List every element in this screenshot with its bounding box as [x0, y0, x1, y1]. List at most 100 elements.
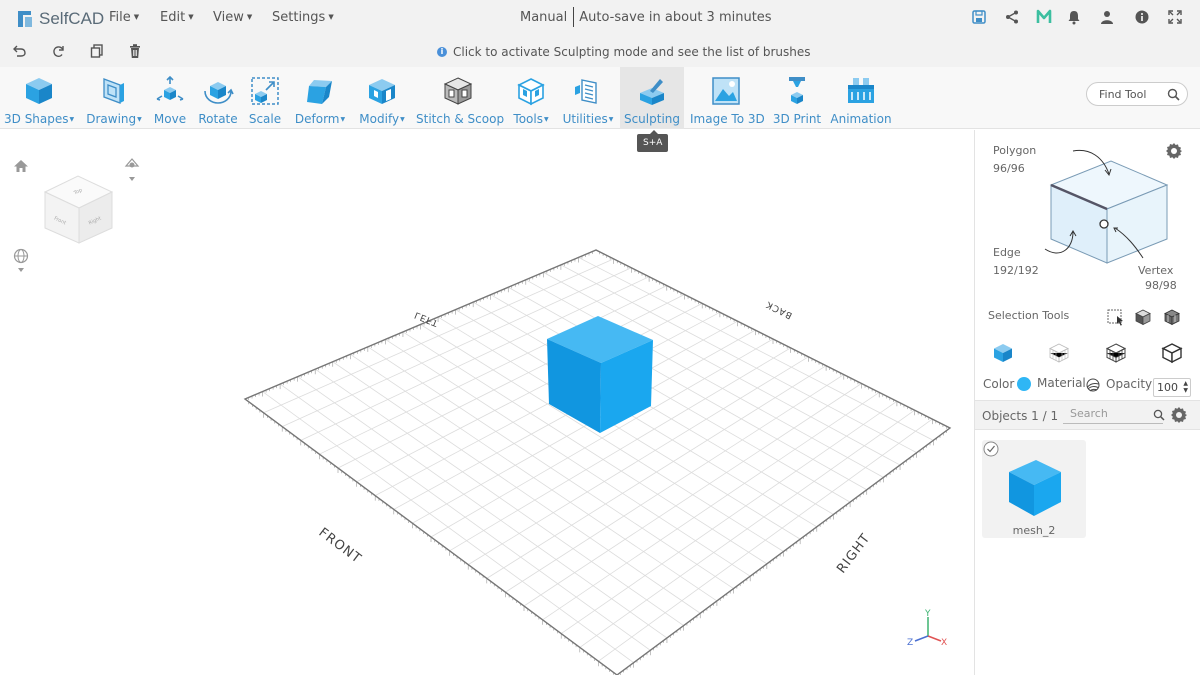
select-polygon-icon[interactable]: [1048, 342, 1070, 368]
perspective-icon[interactable]: [12, 248, 30, 278]
info-icon[interactable]: [1134, 9, 1150, 25]
caret-down-icon: ▼: [543, 116, 549, 123]
tool-modify[interactable]: Modify▼: [356, 67, 408, 129]
mode-label[interactable]: Manual: [520, 10, 567, 27]
select-edge-icon[interactable]: [1105, 342, 1127, 368]
bell-icon[interactable]: [1066, 9, 1082, 25]
caret-down-icon: ▼: [328, 13, 334, 21]
objects-bar: Objects 1 / 1 Search: [975, 400, 1200, 430]
tool-tools[interactable]: Tools▼: [508, 67, 554, 129]
search-icon: [1153, 409, 1165, 421]
shortcut-tooltip: S+A: [637, 130, 669, 152]
caret-down-icon: ▼: [133, 13, 140, 21]
tool-3d-print-label: 3D Print: [772, 112, 822, 126]
caret-down-icon: ▼: [246, 13, 253, 21]
mesh-anatomy-diagram: [1044, 149, 1169, 264]
object-thumbnail: [1009, 460, 1061, 516]
tool-stitch-scoop[interactable]: Stitch & Scoop: [416, 67, 504, 129]
tool-scale-label: Scale: [248, 112, 282, 126]
select-cursor-icon[interactable]: [1107, 308, 1125, 330]
tool-move-label: Move: [153, 112, 187, 126]
tool-image-to-3d-label: Image To 3D: [690, 112, 765, 126]
menu-view[interactable]: View ▼: [213, 10, 252, 25]
search-placeholder: Search: [1070, 407, 1108, 420]
secondary-bar: i Click to activate Sculpting mode and s…: [0, 38, 1200, 67]
select-object-icon[interactable]: [992, 342, 1014, 368]
menu-settings[interactable]: Settings ▼: [272, 10, 334, 25]
sculpting-hint[interactable]: i Click to activate Sculpting mode and s…: [437, 45, 811, 59]
scene-canvas[interactable]: LEFT BACK FRONT RIGHT Top Front Right Y …: [0, 130, 974, 675]
copy-icon[interactable]: [89, 43, 105, 63]
tool-animation-label: Animation: [830, 112, 892, 126]
select-face-icon[interactable]: [1134, 308, 1152, 330]
save-icon[interactable]: [971, 9, 987, 25]
tool-drawing[interactable]: Drawing▼: [84, 67, 144, 129]
menu-file[interactable]: File ▼: [109, 10, 139, 25]
home-icon[interactable]: [13, 158, 29, 178]
color-swatch[interactable]: [1017, 377, 1031, 391]
search-icon: [1167, 88, 1180, 101]
move-icon: [156, 75, 184, 101]
hint-text: Click to activate Sculpting mode and see…: [453, 45, 811, 59]
checkmark-icon[interactable]: [983, 441, 999, 461]
user-icon[interactable]: [1099, 9, 1115, 25]
caret-down-icon: ▼: [188, 13, 194, 21]
tool-rotate[interactable]: Rotate: [198, 67, 238, 129]
tool-3d-shapes[interactable]: 3D Shapes▼: [4, 67, 74, 129]
properties-panel: Polygon 96/96 Edge 192/192 Vertex 98/98 …: [974, 130, 1200, 675]
share-icon[interactable]: [1004, 9, 1020, 25]
app-name: SelfCAD: [39, 9, 105, 28]
document-status: Manual Auto-save in about 3 minutes: [520, 7, 772, 27]
tool-sculpting[interactable]: Sculpting: [620, 67, 684, 129]
menu-view-label: View: [213, 10, 244, 25]
tool-sculpting-label: Sculpting: [623, 112, 681, 126]
axis-gizmo: Y X Z: [907, 609, 947, 648]
tool-animation[interactable]: Animation: [830, 67, 892, 129]
3d-print-icon: [789, 77, 805, 104]
object-settings-gear-icon[interactable]: [1170, 406, 1188, 428]
find-tool-button[interactable]: Find Tool: [1086, 82, 1188, 106]
grid-floor: [243, 249, 952, 675]
edge-label: Edge: [993, 246, 1021, 259]
material-sphere-icon[interactable]: [1086, 377, 1100, 396]
info-icon: i: [437, 47, 447, 57]
tool-scale[interactable]: Scale: [246, 67, 284, 129]
tool-utilities-label: Utilities: [562, 112, 608, 126]
axis-z-label: Z: [907, 638, 913, 648]
menu-edit[interactable]: Edit ▼: [160, 10, 194, 25]
vertex-count: 98/98: [1145, 279, 1177, 292]
main-toolbar: 3D Shapes▼ Drawing▼ Move Rotate Scale De…: [0, 67, 1200, 129]
camera-orbit-icon[interactable]: [124, 157, 140, 187]
app-logo[interactable]: SelfCAD: [14, 8, 104, 30]
rotate-icon: [204, 82, 234, 104]
tool-utilities[interactable]: Utilities▼: [560, 67, 616, 129]
status-divider: [573, 7, 575, 27]
m-icon[interactable]: [1036, 9, 1052, 25]
select-box-icon[interactable]: [1163, 308, 1181, 330]
redo-icon[interactable]: [51, 43, 67, 63]
opacity-input[interactable]: 100 ▲ ▼: [1153, 378, 1191, 397]
tool-deform-label: Deform: [294, 112, 340, 126]
tool-deform[interactable]: Deform▼: [292, 67, 348, 129]
view-cube[interactable]: Top Front Right: [43, 175, 114, 244]
tool-3d-print[interactable]: 3D Print: [770, 67, 824, 129]
delete-icon[interactable]: [127, 43, 143, 63]
select-vertex-icon[interactable]: [1161, 342, 1183, 368]
object-search-input[interactable]: Search: [1063, 406, 1165, 424]
tool-3d-shapes-label: 3D Shapes: [4, 112, 69, 126]
utilities-icon: [575, 79, 597, 104]
menubar: SelfCAD File ▼ Edit ▼ View ▼ Settings ▼ Manu…: [0, 0, 1200, 38]
tool-image-to-3d[interactable]: Image To 3D: [690, 67, 765, 129]
menu-edit-label: Edit: [160, 10, 186, 25]
fullscreen-icon[interactable]: [1167, 9, 1183, 25]
tool-tools-label: Tools: [513, 112, 543, 126]
3d-viewport[interactable]: LEFT BACK FRONT RIGHT Top Front Right Y …: [0, 130, 974, 675]
find-tool-label: Find Tool: [1099, 88, 1147, 101]
undo-icon[interactable]: [12, 43, 28, 63]
caret-down-icon: ▼: [608, 116, 614, 123]
sculpting-icon: [640, 79, 664, 105]
polygon-count: 96/96: [993, 162, 1025, 175]
polygon-label: Polygon: [993, 144, 1037, 157]
tool-move[interactable]: Move: [150, 67, 190, 129]
stepper-arrows-icon[interactable]: ▲ ▼: [1183, 380, 1188, 394]
